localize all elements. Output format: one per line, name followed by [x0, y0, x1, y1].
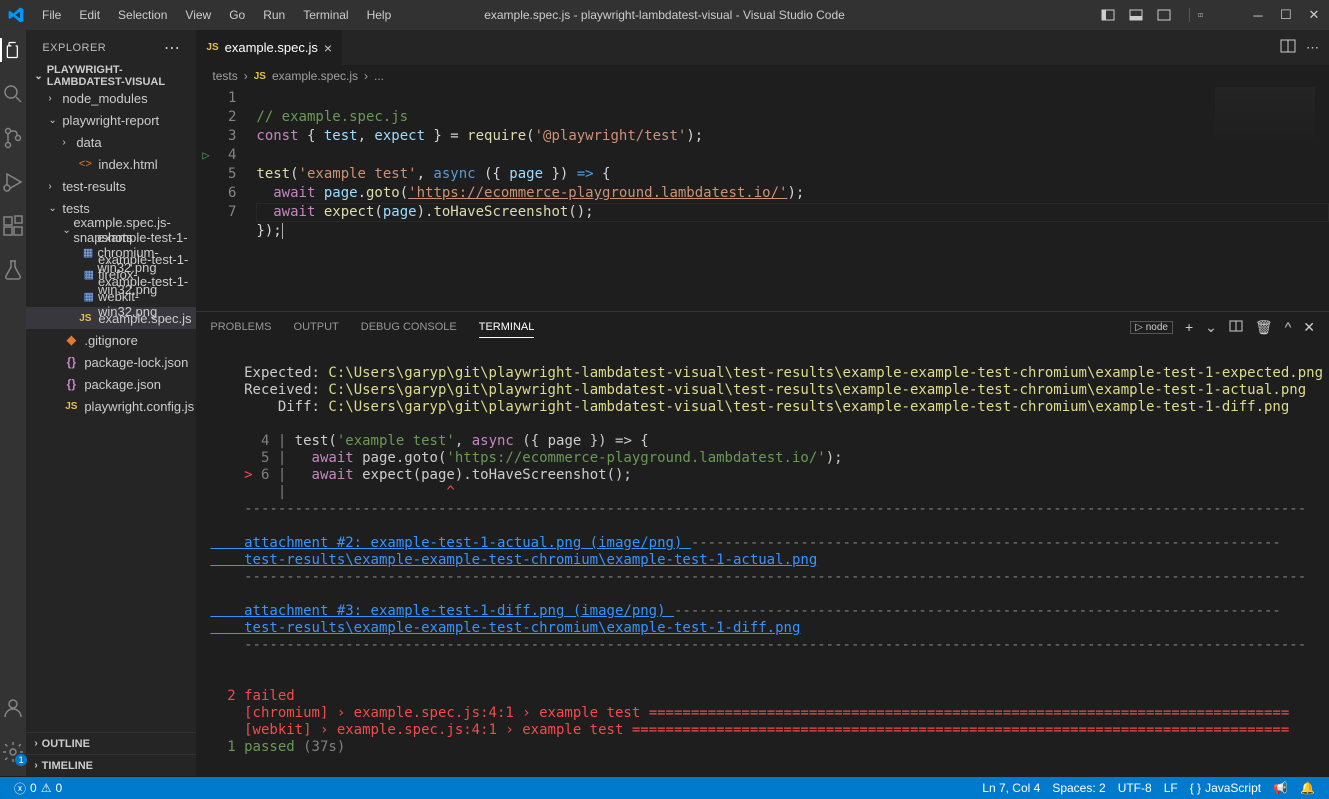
- menu-bar: File Edit Selection View Go Run Terminal…: [34, 4, 399, 26]
- status-encoding[interactable]: UTF-8: [1112, 781, 1158, 795]
- breadcrumbs[interactable]: tests› JS example.spec.js› ...: [196, 65, 1329, 87]
- js-file-icon: JS: [254, 71, 266, 82]
- editor-tabs: JS example.spec.js × ⋯: [196, 30, 1329, 65]
- account-icon[interactable]: [1, 696, 25, 720]
- outline-section[interactable]: ›OUTLINE: [26, 732, 196, 754]
- explorer-tab-icon[interactable]: [0, 38, 24, 62]
- status-cursor[interactable]: Ln 7, Col 4: [976, 781, 1046, 795]
- kill-terminal-icon[interactable]: 🗑: [1255, 319, 1273, 336]
- window-controls: ─ ☐ ✕: [1101, 8, 1321, 22]
- panel-tab-problems[interactable]: PROBLEMS: [210, 317, 271, 337]
- panel-tabs: PROBLEMS OUTPUT DEBUG CONSOLE TERMINAL ▷…: [196, 312, 1329, 342]
- minimap[interactable]: [1215, 87, 1315, 147]
- editor-area: JS example.spec.js × ⋯ tests› JS example…: [196, 30, 1329, 776]
- status-errors[interactable]: ⓧ0 ⚠0: [8, 780, 68, 797]
- file-gitignore[interactable]: ◆.gitignore: [26, 329, 196, 351]
- explorer-more-icon[interactable]: ⋯: [164, 38, 181, 58]
- split-editor-icon[interactable]: [1280, 38, 1296, 57]
- debug-tab-icon[interactable]: [1, 170, 25, 194]
- folder-test-results[interactable]: ›test-results: [26, 175, 196, 197]
- settings-gear-icon[interactable]: 1: [1, 740, 25, 764]
- activity-bar: 1: [0, 30, 26, 776]
- code-editor[interactable]: ▷ 1234567 // example.spec.js const { tes…: [196, 87, 1329, 311]
- layout-primary-icon[interactable]: [1101, 8, 1115, 22]
- extensions-tab-icon[interactable]: [1, 214, 25, 238]
- close-panel-icon[interactable]: ✕: [1303, 319, 1315, 336]
- menu-help[interactable]: Help: [359, 4, 400, 26]
- terminal-dropdown-icon[interactable]: ⌄: [1205, 319, 1217, 336]
- testing-tab-icon[interactable]: [1, 258, 25, 282]
- menu-edit[interactable]: Edit: [71, 4, 108, 26]
- layout-secondary-icon[interactable]: [1157, 8, 1171, 22]
- new-terminal-icon[interactable]: +: [1185, 319, 1193, 335]
- breadcrumb-folder[interactable]: tests: [212, 69, 237, 83]
- file-index-html[interactable]: <>index.html: [26, 153, 196, 175]
- folder-node-modules[interactable]: ›node_modules: [26, 87, 196, 109]
- folder-playwright-report[interactable]: ⌄playwright-report: [26, 109, 196, 131]
- breadcrumb-symbol[interactable]: ...: [374, 69, 384, 83]
- tab-example-spec[interactable]: JS example.spec.js ×: [196, 30, 343, 65]
- status-bell-icon[interactable]: 🔔: [1294, 781, 1321, 795]
- titlebar: File Edit Selection View Go Run Terminal…: [0, 0, 1329, 30]
- menu-selection[interactable]: Selection: [110, 4, 175, 26]
- search-tab-icon[interactable]: [1, 82, 25, 106]
- code-content[interactable]: // example.spec.js const { test, expect …: [256, 87, 1329, 311]
- workspace-folder-header[interactable]: ⌄PLAYWRIGHT-LAMBDATEST-VISUAL: [26, 65, 196, 87]
- status-spaces[interactable]: Spaces: 2: [1046, 781, 1111, 795]
- folder-data[interactable]: ›data: [26, 131, 196, 153]
- close-tab-icon[interactable]: ×: [324, 40, 332, 56]
- terminal-launch-profile[interactable]: ▷ node: [1130, 321, 1173, 334]
- file-snapshot-webkit[interactable]: ▦example-test-1-webkit-win32.png: [26, 285, 196, 307]
- menu-go[interactable]: Go: [221, 4, 253, 26]
- panel-tab-output[interactable]: OUTPUT: [294, 317, 339, 337]
- maximize-button[interactable]: ☐: [1279, 8, 1293, 22]
- timeline-section[interactable]: ›TIMELINE: [26, 754, 196, 776]
- file-playwright-config[interactable]: JSplaywright.config.js: [26, 395, 196, 417]
- tab-label: example.spec.js: [225, 40, 318, 55]
- status-eol[interactable]: LF: [1158, 781, 1184, 795]
- layout-panel-icon[interactable]: [1129, 8, 1143, 22]
- status-feedback-icon[interactable]: 📢: [1267, 781, 1294, 795]
- menu-view[interactable]: View: [177, 4, 219, 26]
- run-glyph-icon[interactable]: ▷: [202, 146, 209, 165]
- file-tree: ⌄PLAYWRIGHT-LAMBDATEST-VISUAL ›node_modu…: [26, 65, 196, 732]
- tab-more-icon[interactable]: ⋯: [1306, 40, 1319, 56]
- minimize-button[interactable]: ─: [1251, 8, 1265, 22]
- status-bar: ⓧ0 ⚠0 Ln 7, Col 4 Spaces: 2 UTF-8 LF { }…: [0, 777, 1329, 799]
- menu-terminal[interactable]: Terminal: [295, 4, 356, 26]
- file-package-json[interactable]: {}package.json: [26, 373, 196, 395]
- explorer-title: EXPLORER: [42, 42, 106, 54]
- explorer-header: EXPLORER ⋯: [26, 30, 196, 65]
- customize-layout-icon[interactable]: [1189, 8, 1203, 22]
- status-language[interactable]: { } JavaScript: [1184, 781, 1267, 795]
- file-example-spec[interactable]: JSexample.spec.js: [26, 307, 196, 329]
- split-terminal-icon[interactable]: [1229, 319, 1243, 336]
- panel-tab-debug[interactable]: DEBUG CONSOLE: [361, 317, 457, 337]
- error-icon: ⓧ: [14, 780, 26, 797]
- source-control-tab-icon[interactable]: [1, 126, 25, 150]
- maximize-panel-icon[interactable]: ^: [1285, 319, 1292, 335]
- menu-file[interactable]: File: [34, 4, 69, 26]
- bottom-panel: PROBLEMS OUTPUT DEBUG CONSOLE TERMINAL ▷…: [196, 311, 1329, 776]
- menu-run[interactable]: Run: [255, 4, 293, 26]
- file-package-lock[interactable]: {}package-lock.json: [26, 351, 196, 373]
- js-file-icon: JS: [206, 42, 218, 53]
- line-numbers: ▷ 1234567: [196, 87, 256, 311]
- window-title: example.spec.js - playwright-lambdatest-…: [484, 8, 845, 22]
- vscode-logo-icon: [8, 7, 24, 23]
- explorer-sidebar: EXPLORER ⋯ ⌄PLAYWRIGHT-LAMBDATEST-VISUAL…: [26, 30, 196, 776]
- panel-tab-terminal[interactable]: TERMINAL: [479, 317, 535, 338]
- terminal-output[interactable]: Expected: C:\Users\garyp\git\playwright-…: [196, 342, 1329, 776]
- breadcrumb-file[interactable]: example.spec.js: [272, 69, 358, 83]
- warning-icon: ⚠: [41, 781, 52, 795]
- close-window-button[interactable]: ✕: [1307, 8, 1321, 22]
